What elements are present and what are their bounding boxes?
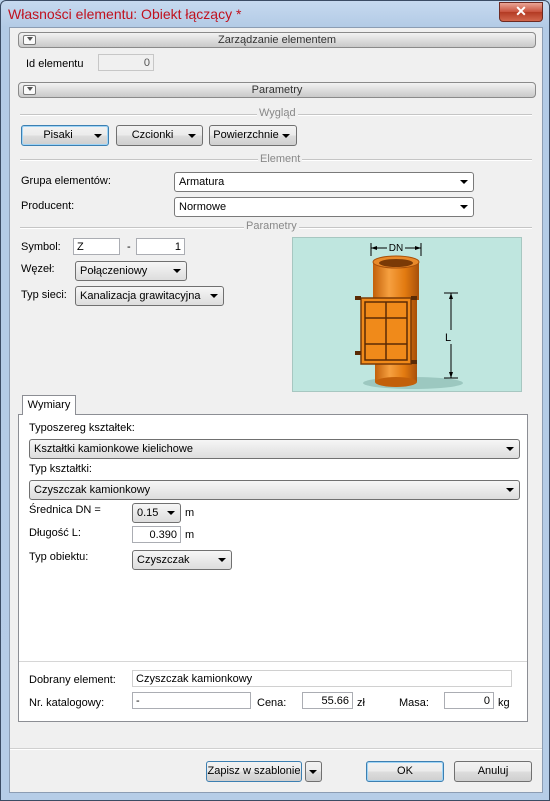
section-management-header[interactable]: Zarządzanie elementem [18, 32, 536, 48]
save-template-button[interactable]: Zapisz w szablonie [206, 761, 302, 782]
params-group-title: Parametry [244, 220, 299, 232]
footer-divider [10, 748, 542, 750]
producer-select[interactable]: Normowe [174, 197, 474, 217]
chevron-down-icon [460, 205, 468, 209]
chevron-down-icon [282, 134, 290, 138]
chevron-down-icon [460, 180, 468, 184]
pens-button-label: Pisaki [43, 129, 73, 141]
appearance-group-title: Wygląd [257, 107, 298, 119]
object-type-value: Czyszczak [137, 554, 190, 566]
pens-button[interactable]: Pisaki [21, 125, 109, 146]
section-management-title: Zarządzanie elementem [217, 34, 336, 46]
dimensions-panel: Typoszereg kształtek: Kształtki kamionko… [18, 414, 528, 722]
element-id-field: 0 [98, 54, 154, 71]
diameter-label: Średnica DN = [29, 504, 101, 516]
section-parameters-header[interactable]: Parametry [18, 82, 536, 98]
chevron-down-icon [173, 269, 181, 273]
fonts-button-label: Czcionki [131, 129, 174, 141]
diameter-unit: m [185, 507, 195, 519]
element-id-label: Id elementu [26, 58, 84, 70]
tab-dimensions[interactable]: Wymiary [22, 395, 76, 415]
chevron-down-icon [506, 447, 514, 451]
node-value: Połączeniowy [80, 265, 148, 277]
chevron-down-icon [218, 558, 226, 562]
catalog-number-field[interactable]: - [132, 692, 251, 709]
length-dimension-label: L [445, 332, 451, 344]
save-template-label: Zapisz w szablonie [207, 765, 301, 777]
object-type-label: Typ obiektu: [29, 551, 89, 563]
length-field[interactable]: 0.390 [132, 526, 181, 543]
chevron-down-icon [94, 134, 102, 138]
fitting-type-label: Typ kształtki: [29, 463, 92, 475]
fitting-preview-image: DN L [292, 237, 522, 392]
element-group-select[interactable]: Armatura [174, 172, 474, 192]
symbol-number-field[interactable]: 1 [136, 238, 185, 255]
tab-dimensions-label: Wymiary [27, 399, 71, 411]
mass-unit: kg [498, 697, 510, 709]
network-type-value: Kanalizacja grawitacyjna [80, 290, 201, 302]
ok-button-label: OK [397, 765, 413, 777]
diameter-value: 0.15 [137, 507, 159, 519]
window-title: Własności elementu: Obiekt łączący * [8, 6, 242, 22]
close-button[interactable]: ✕ [499, 2, 543, 22]
length-unit: m [185, 529, 195, 541]
length-label: Długość L: [29, 527, 81, 539]
catalog-number-label: Nr. katalogowy: [29, 697, 105, 709]
node-select[interactable]: Połączeniowy [75, 261, 187, 281]
price-field[interactable]: 55.66 [302, 692, 353, 709]
chevron-down-icon [309, 770, 317, 774]
ok-button[interactable]: OK [366, 761, 444, 782]
surfaces-button[interactable]: Powierzchnie [209, 125, 297, 146]
chevron-down-icon [506, 488, 514, 492]
network-type-select[interactable]: Kanalizacja grawitacyjna [75, 286, 224, 306]
chevron-down-icon [167, 511, 175, 515]
cleanout-fitting-illustration: DN L [355, 241, 463, 389]
properties-window: Własności elementu: Obiekt łączący * ✕ Z… [0, 0, 550, 801]
surfaces-button-label: Powierzchnie [213, 129, 279, 141]
chevron-down-icon [188, 134, 196, 138]
dialog-client-area: Zarządzanie elementem Id elementu 0 Para… [9, 27, 543, 793]
node-label: Węzeł: [21, 263, 55, 275]
symbol-label: Symbol: [21, 241, 61, 253]
close-icon: ✕ [515, 3, 527, 19]
price-label: Cena: [257, 697, 287, 709]
section-parameters-title: Parametry [251, 84, 303, 96]
fitting-type-value: Czyszczak kamionkowy [34, 484, 151, 496]
object-type-select[interactable]: Czyszczak [132, 550, 232, 570]
fitting-type-select[interactable]: Czyszczak kamionkowy [29, 480, 520, 500]
save-template-dropdown-button[interactable] [305, 761, 322, 782]
element-group-value: Armatura [179, 176, 225, 188]
producer-label: Producent: [21, 200, 75, 212]
selected-element-label: Dobrany element: [29, 674, 116, 686]
element-group-label: Grupa elementów: [21, 175, 111, 187]
cancel-button[interactable]: Anuluj [454, 761, 532, 782]
symbol-field[interactable]: Z [73, 238, 120, 255]
title-bar[interactable]: Własności elementu: Obiekt łączący * ✕ [1, 1, 549, 27]
fitting-series-value: Kształtki kamionkowe kielichowe [34, 443, 193, 455]
element-group-title: Element [258, 153, 303, 165]
chevron-down-icon [210, 294, 218, 298]
cancel-button-label: Anuluj [477, 765, 509, 777]
mass-field[interactable]: 0 [444, 692, 494, 709]
mass-label: Masa: [399, 697, 429, 709]
diameter-select[interactable]: 0.15 [132, 503, 181, 523]
selected-element-field: Czyszczak kamionkowy [132, 670, 512, 687]
fonts-button[interactable]: Czcionki [116, 125, 203, 146]
network-type-label: Typ sieci: [21, 289, 67, 301]
symbol-separator: - [127, 241, 131, 253]
dn-dimension-label: DN [389, 243, 403, 254]
producer-value: Normowe [179, 201, 227, 213]
fitting-series-label: Typoszereg kształtek: [29, 422, 135, 434]
panel-divider [19, 661, 527, 662]
fitting-series-select[interactable]: Kształtki kamionkowe kielichowe [29, 439, 520, 459]
price-unit: zł [357, 697, 365, 709]
